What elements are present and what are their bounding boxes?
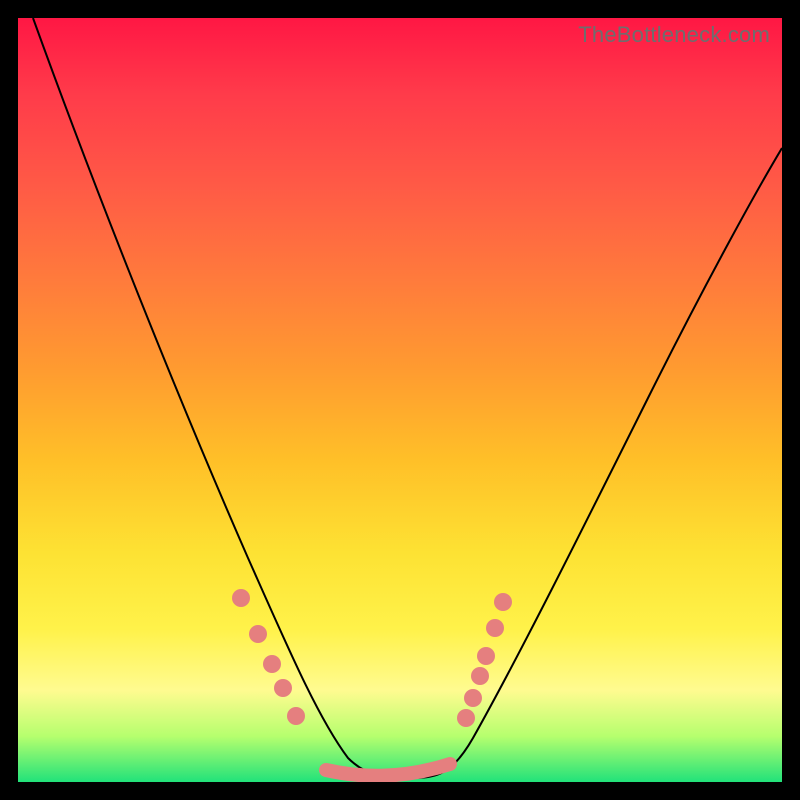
curve-marker [471,667,489,685]
chart-frame: TheBottleneck.com [0,0,800,800]
curve-marker [477,647,495,665]
curve-svg [18,18,782,782]
curve-marker [287,707,305,725]
curve-marker [494,593,512,611]
bottleneck-curve [33,18,782,778]
plateau-marker [326,764,450,776]
curve-marker [486,619,504,637]
curve-marker [457,709,475,727]
plot-area: TheBottleneck.com [18,18,782,782]
curve-marker [274,679,292,697]
curve-marker [263,655,281,673]
curve-marker [464,689,482,707]
curve-marker [232,589,250,607]
curve-marker [249,625,267,643]
